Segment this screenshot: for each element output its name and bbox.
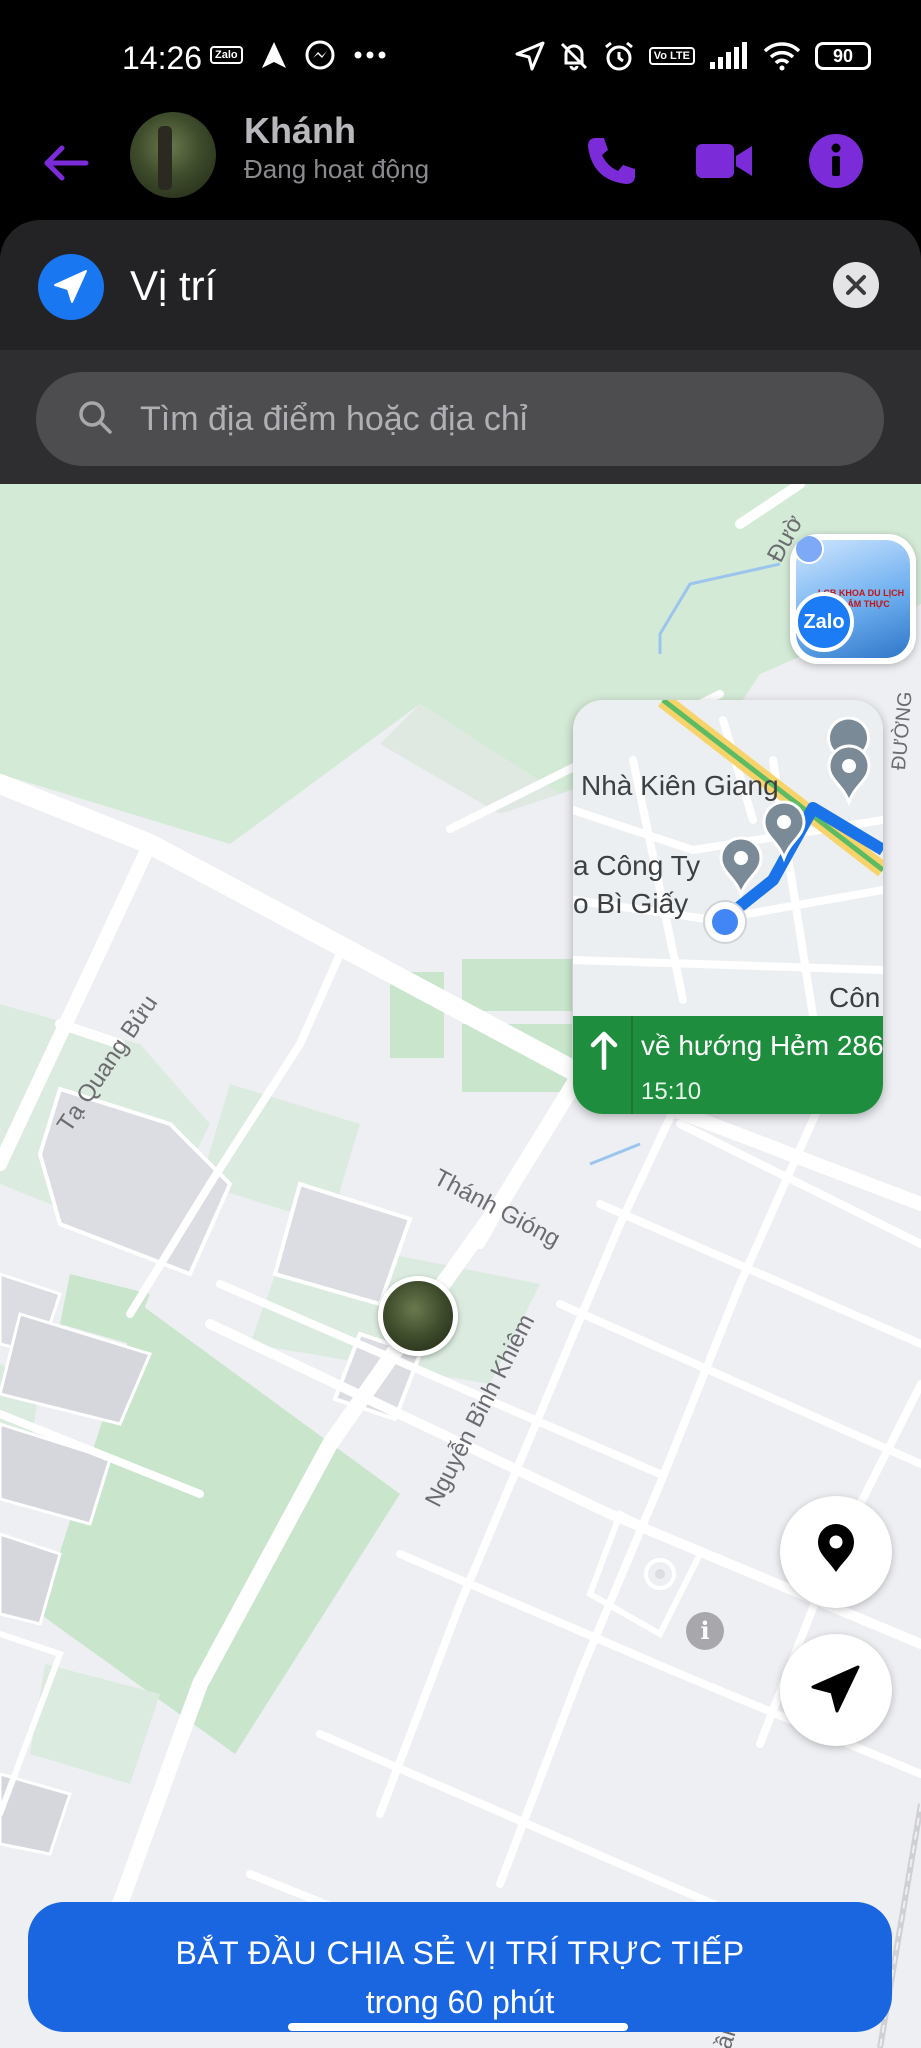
navigation-arrow-icon	[811, 1665, 860, 1713]
location-title: Vị trí	[130, 262, 217, 309]
map-place-label: Nhà Kiên Giang	[581, 770, 779, 801]
home-indicator[interactable]	[288, 2023, 628, 2031]
map-attribution-info-icon[interactable]: i	[686, 1612, 724, 1650]
location-sheet: Vị trí Tìm địa điểm hoặc địa chỉ Tạ Quan…	[0, 220, 921, 2048]
back-arrow-icon[interactable]	[38, 135, 94, 191]
wifi-icon	[763, 42, 801, 71]
zalo-notification-icon: Zalo	[210, 46, 243, 64]
contact-status: Đang hoạt động	[244, 154, 430, 184]
search-bar-container	[0, 350, 921, 484]
more-notifications-icon	[354, 51, 386, 59]
map-place-label: Côn	[829, 982, 881, 1013]
map-place-label: a Công Ty	[573, 850, 701, 881]
close-icon	[846, 275, 866, 295]
close-button[interactable]	[833, 262, 879, 308]
drop-pin-button[interactable]	[780, 1496, 892, 1608]
search-icon	[79, 401, 112, 434]
silent-bell-icon	[560, 42, 587, 71]
current-location-button[interactable]	[780, 1634, 892, 1746]
map-view[interactable]: Tạ Quang Bửu Thánh Gióng Nguyễn Bỉnh Khi…	[0, 484, 921, 2048]
map-place-label: o Bì Giấy	[573, 888, 689, 919]
alarm-icon	[604, 41, 633, 71]
location-status-icon	[515, 41, 545, 71]
video-call-icon[interactable]	[690, 128, 756, 194]
signal-icon	[710, 42, 747, 69]
search-input[interactable]	[140, 372, 840, 466]
send-location-icon	[54, 270, 87, 303]
messenger-notification-icon	[305, 40, 335, 70]
contact-avatar[interactable]	[130, 112, 216, 198]
zalo-logo: Zalo	[794, 592, 854, 652]
user-location-avatar[interactable]	[378, 1276, 458, 1356]
start-live-location-sharing-button[interactable]: BẮT ĐẦU CHIA SẺ VỊ TRÍ TRỰC TIẾP trong 6…	[28, 1902, 892, 2032]
chat-header: Khánh Đang hoạt động	[0, 110, 921, 220]
navigation-eta: 15:10	[641, 1078, 702, 1105]
navigation-notification-icon	[261, 42, 286, 68]
search-bar[interactable]	[36, 372, 884, 466]
status-bar: 14:26 Zalo Vo LTE 90	[0, 0, 921, 110]
phone-call-icon[interactable]	[578, 128, 644, 194]
navigation-pip-card[interactable]: Nhà Kiên Giang a Công Ty o Bì Giấy Côn v…	[573, 700, 883, 1114]
straight-arrow-icon	[590, 1031, 618, 1070]
status-time: 14:26	[122, 40, 203, 76]
location-title-row: Vị trí	[0, 220, 921, 350]
info-icon[interactable]	[803, 128, 869, 194]
navigation-instruction-bar: về hướng Hẻm 2867 15:10	[573, 1016, 883, 1114]
map-pin-icon	[818, 1524, 854, 1572]
location-badge	[38, 254, 104, 320]
navigation-direction: về hướng Hẻm 2867	[641, 1030, 883, 1061]
battery-icon: 90	[815, 42, 871, 70]
zalo-chat-bubble[interactable]: LCB KHOA DU LỊCH VÀ ẨM THỰC Zalo	[790, 534, 916, 664]
contact-name[interactable]: Khánh	[244, 110, 356, 152]
zalo-unread-dot	[794, 534, 824, 564]
volte-icon: Vo LTE	[648, 47, 695, 65]
